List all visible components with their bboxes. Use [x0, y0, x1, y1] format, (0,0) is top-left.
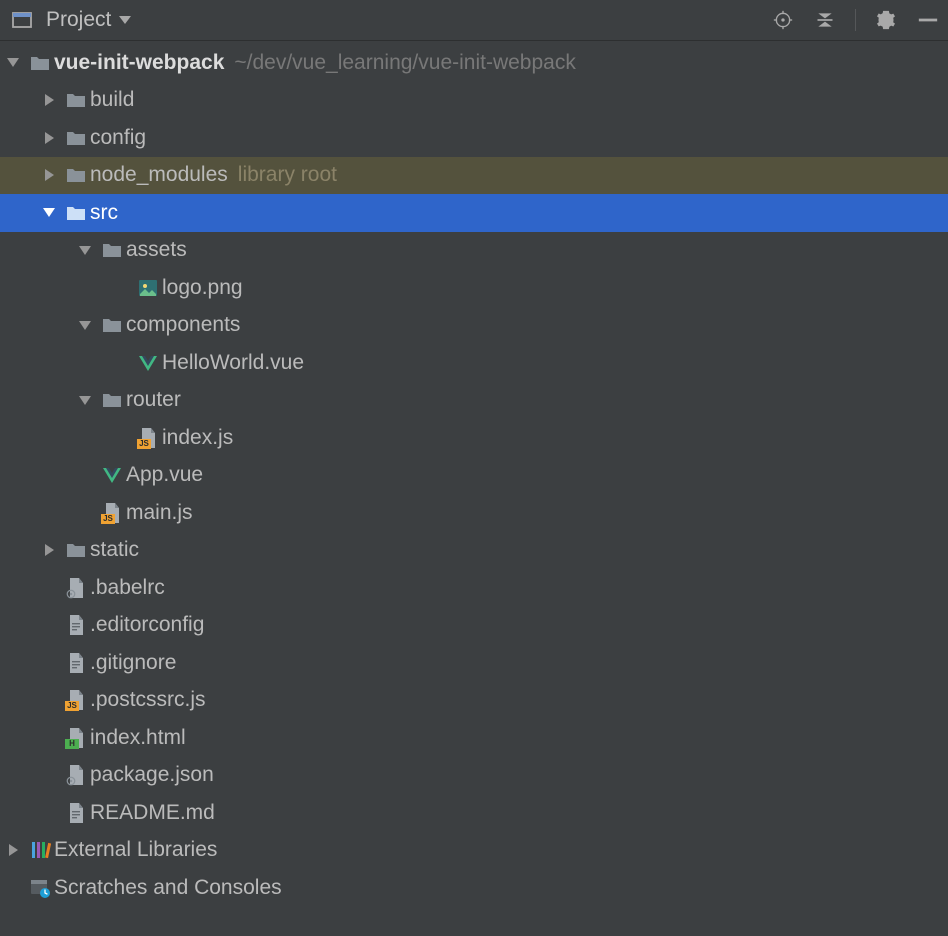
folder-icon: [62, 202, 90, 224]
js-file-icon: JS: [134, 427, 162, 449]
tree-row-main-js[interactable]: JS main.js: [0, 494, 948, 532]
project-root-label: vue-init-webpack: [54, 51, 224, 75]
config-file-icon: [62, 764, 90, 786]
js-file-icon: JS: [98, 502, 126, 524]
external-libraries-icon: [26, 839, 54, 861]
folder-label: components: [126, 313, 240, 337]
node-label: External Libraries: [54, 838, 217, 862]
expand-arrow-icon: [7, 58, 19, 67]
tree-row-node-modules[interactable]: node_modules library root: [0, 157, 948, 195]
tree-row-editorconfig[interactable]: .editorconfig: [0, 607, 948, 645]
file-label: .postcssrc.js: [90, 688, 206, 712]
tree-row-gitignore[interactable]: .gitignore: [0, 644, 948, 682]
tree-row-babelrc[interactable]: .babelrc: [0, 569, 948, 607]
expand-arrow-icon: [45, 169, 54, 181]
expand-arrow-icon: [45, 132, 54, 144]
file-label: .gitignore: [90, 651, 176, 675]
file-label: HelloWorld.vue: [162, 351, 304, 375]
project-panel-header: Project: [0, 0, 948, 41]
expand-arrow-icon: [43, 208, 55, 217]
project-root-path: ~/dev/vue_learning/vue-init-webpack: [234, 51, 575, 75]
chevron-down-icon: [119, 16, 131, 24]
locate-file-button[interactable]: [771, 8, 795, 32]
js-file-icon: JS: [62, 689, 90, 711]
hide-panel-button[interactable]: [916, 8, 940, 32]
folder-icon: [98, 389, 126, 411]
tree-row-external-libraries[interactable]: External Libraries: [0, 832, 948, 870]
file-label: App.vue: [126, 463, 203, 487]
project-view-selector[interactable]: Project: [40, 0, 137, 40]
tree-row-config[interactable]: config: [0, 119, 948, 157]
folder-icon: [26, 52, 54, 74]
folder-label: config: [90, 126, 146, 150]
file-label: logo.png: [162, 276, 243, 300]
expand-arrow-icon: [9, 844, 18, 856]
project-tool-window-icon: [12, 10, 32, 30]
tree-row-logo-png[interactable]: logo.png: [0, 269, 948, 307]
tree-row-scratches-consoles[interactable]: Scratches and Consoles: [0, 869, 948, 907]
expand-arrow-icon: [79, 396, 91, 405]
html-file-icon: H: [62, 727, 90, 749]
file-label: index.html: [90, 726, 186, 750]
tree-row-app-vue[interactable]: App.vue: [0, 457, 948, 495]
config-file-icon: [62, 577, 90, 599]
folder-hint: library root: [238, 163, 337, 187]
file-label: README.md: [90, 801, 215, 825]
folder-icon: [62, 89, 90, 111]
file-label: package.json: [90, 763, 214, 787]
project-tree[interactable]: vue-init-webpack ~/dev/vue_learning/vue-…: [0, 41, 948, 907]
tree-row-assets[interactable]: assets: [0, 232, 948, 270]
scratches-icon: [26, 877, 54, 899]
text-file-icon: [62, 802, 90, 824]
expand-arrow-icon: [79, 321, 91, 330]
file-label: .editorconfig: [90, 613, 204, 637]
folder-icon: [62, 164, 90, 186]
node-label: Scratches and Consoles: [54, 876, 282, 900]
tree-row-package-json[interactable]: package.json: [0, 757, 948, 795]
text-file-icon: [62, 652, 90, 674]
tree-row-router[interactable]: router: [0, 382, 948, 420]
tree-row-project-root[interactable]: vue-init-webpack ~/dev/vue_learning/vue-…: [0, 44, 948, 82]
folder-label: build: [90, 88, 134, 112]
expand-arrow-icon: [79, 246, 91, 255]
collapse-all-button[interactable]: [813, 8, 837, 32]
tree-row-index-js[interactable]: JS index.js: [0, 419, 948, 457]
project-view-label: Project: [46, 8, 111, 32]
tree-row-postcssrc-js[interactable]: JS .postcssrc.js: [0, 682, 948, 720]
folder-icon: [62, 127, 90, 149]
image-file-icon: [134, 277, 162, 299]
tree-row-helloworld-vue[interactable]: HelloWorld.vue: [0, 344, 948, 382]
file-label: index.js: [162, 426, 233, 450]
folder-label: router: [126, 388, 181, 412]
expand-arrow-icon: [45, 94, 54, 106]
vue-file-icon: [134, 352, 162, 374]
file-label: main.js: [126, 501, 193, 525]
folder-icon: [62, 539, 90, 561]
vue-file-icon: [98, 464, 126, 486]
tree-row-components[interactable]: components: [0, 307, 948, 345]
tree-row-src[interactable]: src: [0, 194, 948, 232]
tree-row-index-html[interactable]: H index.html: [0, 719, 948, 757]
folder-label: assets: [126, 238, 187, 262]
text-file-icon: [62, 614, 90, 636]
folder-label: src: [90, 201, 118, 225]
folder-label: static: [90, 538, 139, 562]
tree-row-readme-md[interactable]: README.md: [0, 794, 948, 832]
settings-button[interactable]: [874, 8, 898, 32]
folder-icon: [98, 314, 126, 336]
tree-row-build[interactable]: build: [0, 82, 948, 120]
tree-row-static[interactable]: static: [0, 532, 948, 570]
expand-arrow-icon: [45, 544, 54, 556]
folder-icon: [98, 239, 126, 261]
header-separator: [855, 9, 856, 31]
folder-label: node_modules: [90, 163, 228, 187]
file-label: .babelrc: [90, 576, 165, 600]
